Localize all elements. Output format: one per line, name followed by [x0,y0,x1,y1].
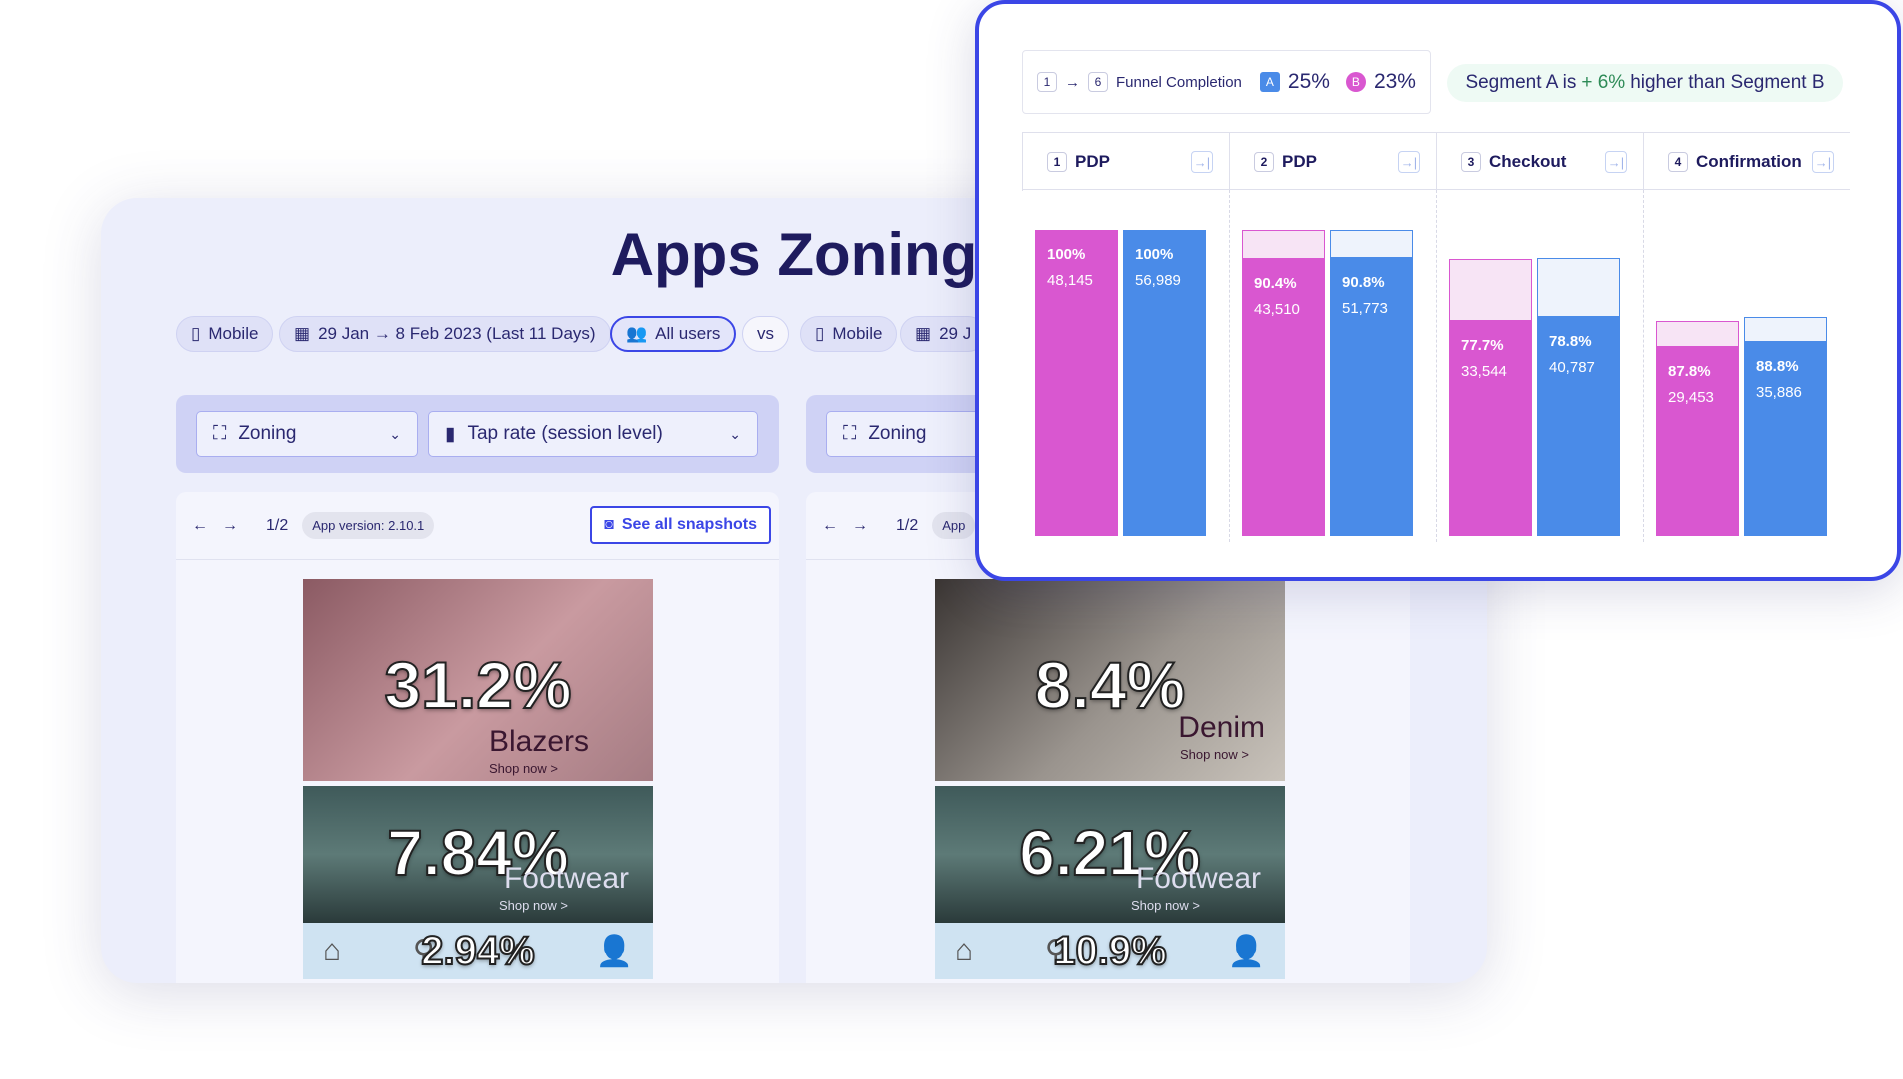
step-separator [1436,190,1437,542]
arrow-right-icon: → [1065,73,1080,91]
bar-count-label: 29,453 [1668,389,1714,407]
calendar-icon: ▦ [915,324,932,343]
next-arrow-icon[interactable]: → [222,517,238,535]
page-indicator: 1/2 [896,516,919,534]
bar-rate-label: 100% [1135,246,1174,263]
step-name: PDP [1282,152,1317,171]
phone-icon: ▯ [815,324,825,343]
funnel-step-3[interactable]: 3 Checkout →| [1436,133,1643,191]
bar-rate-label: 78.8% [1549,333,1592,351]
phone-icon: ▯ [191,324,201,343]
zoning-icon: ⛶ [213,423,227,444]
app-nav-zone[interactable]: ⌂ ⚲ 2.94% ♥ 👤 [303,923,653,979]
segment-a-badge: A [1259,72,1280,92]
next-arrow-icon[interactable]: → [852,517,868,535]
zone-tile-denim[interactable]: 8.4% Denim Shop now > [935,579,1285,781]
app-nav-zone-b[interactable]: ⌂ ⚲ 10.9% ♥ 👤 [935,923,1285,979]
device-filter-chip[interactable]: ▯ Mobile [176,316,274,352]
bar-rate-label: 90.4% [1254,275,1297,293]
bar-rate-label: 100% [1047,246,1086,263]
camera-icon: ◙ [604,516,614,533]
vs-label: vs [742,316,789,352]
date-range-chip[interactable]: ▦ 29 Jan → 8 Feb 2023 (Last 11 Days) [279,316,611,352]
see-all-snapshots-button[interactable]: ◙ See all snapshots [590,506,771,544]
funnel-steps-header: 1 PDP →| 2 PDP →| 3 Checkout →| 4 Confirmation →| [1022,132,1850,191]
prev-arrow-icon[interactable]: ← [192,517,208,535]
funnel-bar-b[interactable]: 90.4% 43,510 [1242,259,1325,536]
step-separator [1229,190,1230,542]
dropoff-ghost [1537,258,1620,318]
dropoff-ghost [1744,317,1827,342]
bar-count-label: 56,989 [1135,272,1181,289]
zone-tile-blazers[interactable]: 31.2% Blazers Shop now > [303,579,653,781]
bar-count-label: 35,886 [1756,383,1802,401]
dropoff-ghost [1656,321,1739,348]
funnel-bar-b[interactable]: 77.7% 33,544 [1449,321,1532,536]
bar-rate-label: 87.8% [1668,363,1711,381]
bar-count-label: 51,773 [1342,300,1388,318]
bar-count-label: 40,787 [1549,359,1595,377]
segment-b-badge: B [1345,72,1366,92]
users-icon: 👥 [626,324,648,343]
page-indicator: 1/2 [266,516,289,534]
funnel-bar-b[interactable]: 87.8% 29,453 [1656,347,1739,536]
date-range-chip-b[interactable]: ▦ 29 J [900,316,987,352]
funnel-bar-a[interactable]: 100% 56,989 [1123,230,1206,536]
bar-rate-label: 88.8% [1756,357,1799,375]
funnel-bar-a[interactable]: 78.8% 40,787 [1537,317,1620,536]
left-toolbar: ⛶ Zoning ⌄ ▮ Tap rate (session level) ⌄ [176,395,779,473]
funnel-bar-b[interactable]: 100% 48,145 [1035,230,1118,536]
segment-chip[interactable]: 👥 All users [610,316,737,352]
metric-dropdown[interactable]: ▮ Tap rate (session level) ⌄ [428,411,758,457]
zone-tile-footwear-b[interactable]: 6.21% Footwear Shop now > [935,786,1285,923]
dropoff-ghost [1449,259,1532,322]
app-version-badge: App [932,512,976,539]
bar-rate-label: 90.8% [1342,274,1385,292]
bar-count-label: 48,145 [1047,272,1093,289]
chevron-down-icon: ⌄ [729,425,741,442]
expand-step-icon[interactable]: →| [1812,151,1834,173]
funnel-step-2[interactable]: 2 PDP →| [1229,133,1436,191]
bar-rate-label: 77.7% [1461,337,1504,355]
app-version-badge: App version: 2.10.1 [302,512,435,539]
bar-count-label: 43,510 [1254,301,1300,319]
funnel-chart: 100% 48,145 90.4% 43,510 77.7% 33,544 87.8% 29,… [1022,190,1850,542]
step-name: PDP [1075,152,1110,171]
dropoff-ghost [1330,230,1413,259]
bar-count-label: 33,544 [1461,363,1507,381]
funnel-step-1[interactable]: 1 PDP →| [1022,133,1229,191]
expand-step-icon[interactable]: →| [1191,151,1213,173]
funnel-bar-a[interactable]: 90.8% 51,773 [1330,258,1413,536]
funnel-completion-summary: 1 → 6 Funnel Completion A 25% B 23% [1022,50,1431,114]
funnel-bar-a[interactable]: 88.8% 35,886 [1744,341,1827,536]
zoning-icon: ⛶ [843,423,857,444]
chevron-down-icon: ⌄ [389,425,401,442]
expand-step-icon[interactable]: →| [1605,151,1627,173]
calendar-icon: ▦ [294,324,311,343]
device-filter-chip-b[interactable]: ▯ Mobile [800,316,898,352]
left-snapshot-panel: ← → 1/2 App version: 2.10.1 ◙ See all snap… [176,492,779,983]
step-separator [1643,190,1644,542]
expand-step-icon[interactable]: →| [1398,151,1420,173]
bar-chart-icon: ▮ [445,423,456,445]
segment-comparison-pill: Segment A is + 6% higher than Segment B [1447,64,1843,102]
step-name: Confirmation [1696,152,1802,171]
step-name: Checkout [1489,152,1567,171]
funnel-panel: 1 → 6 Funnel Completion A 25% B 23% Segme… [975,0,1901,581]
zone-tile-footwear[interactable]: 7.84% Footwear Shop now > [303,786,653,923]
funnel-step-4[interactable]: 4 Confirmation →| [1643,133,1850,191]
dropoff-ghost [1242,230,1325,260]
mode-dropdown[interactable]: ⛶ Zoning ⌄ [196,411,418,457]
prev-arrow-icon[interactable]: ← [822,517,838,535]
